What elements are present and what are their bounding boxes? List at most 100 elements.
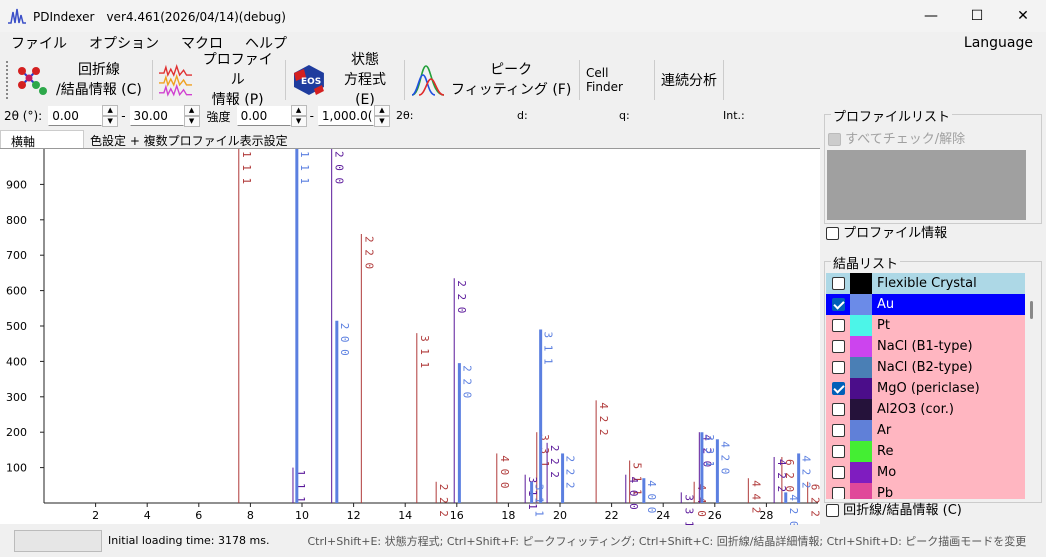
crystal-row[interactable]: Pb [826, 483, 1025, 499]
twotheta-min-spinner[interactable]: ▲ ▼ [102, 105, 119, 127]
crystal-checkbox-cell[interactable] [826, 462, 850, 483]
crystal-checkbox[interactable] [831, 361, 845, 374]
crystal-color-swatch[interactable] [850, 273, 872, 294]
menu-file[interactable]: ファイル [0, 33, 78, 53]
crystal-color-swatch[interactable] [850, 399, 872, 420]
crystal-checkbox[interactable] [831, 382, 845, 395]
crystal-color-swatch[interactable] [850, 315, 872, 336]
scrollbar-thumb[interactable] [1030, 301, 1033, 319]
intensity-max-input[interactable]: 1,000.0( [317, 106, 374, 126]
tab-horizontal-axis[interactable]: 横軸 [0, 130, 84, 150]
maximize-button[interactable]: ☐ [954, 0, 1000, 32]
crystal-checkbox-cell[interactable] [826, 273, 850, 294]
twotheta-max-spinner[interactable]: ▲ ▼ [183, 105, 200, 127]
peak-fitting-button[interactable]: ピーク フィッティング (F) [405, 58, 579, 102]
intensity-label: 強度 [206, 109, 231, 124]
crystal-color-swatch[interactable] [850, 462, 872, 483]
crystal-color-swatch[interactable] [850, 357, 872, 378]
crystal-row[interactable]: Pt [826, 315, 1025, 336]
profile-info-checkbox[interactable] [826, 227, 839, 240]
crystal-checkbox[interactable] [831, 403, 845, 416]
crystal-list-scrollbar[interactable] [1028, 273, 1036, 499]
crystal-name: NaCl (B1-type) [877, 339, 973, 354]
eos-button[interactable]: EOS 状態 方程式 (E) [286, 52, 404, 108]
crystal-row[interactable]: Mo [826, 462, 1025, 483]
crystal-color-swatch[interactable] [850, 441, 872, 462]
profile-info-button[interactable]: プロファイル 情報 (P) [153, 52, 285, 108]
spin-down-icon[interactable]: ▼ [290, 116, 307, 127]
tab-color-settings[interactable]: 色設定 + 複数プロファイル表示設定 [80, 130, 298, 150]
crystal-checkbox[interactable] [831, 445, 845, 458]
y-tick-label: 300 [6, 391, 27, 404]
diffraction-label-1: 回折線 [77, 62, 120, 78]
crystal-checkbox-cell[interactable] [826, 315, 850, 336]
check-all-checkbox[interactable] [828, 133, 841, 146]
minimize-button[interactable]: — [908, 0, 954, 32]
crystal-checkbox[interactable] [831, 424, 845, 437]
y-tick-label: 100 [6, 462, 27, 475]
menu-options[interactable]: オプション [78, 33, 170, 53]
peak-index-label: 4 0 0 [627, 477, 640, 510]
spin-up-icon[interactable]: ▲ [373, 105, 390, 116]
crystal-color-swatch[interactable] [850, 420, 872, 441]
sequential-analysis-button[interactable]: 連続分析 [655, 58, 723, 102]
peak-index-label: 2 2 2 [564, 455, 577, 488]
diffraction-chart[interactable]: 100 200 300 400 500 600 700 800 900 2 4 6 8 10 12 14 16 1… [0, 148, 820, 525]
crystal-checkbox-cell[interactable] [826, 399, 850, 420]
chart-svg[interactable]: 100 200 300 400 500 600 700 800 900 2 4 6 8 10 12 14 16 1… [0, 149, 820, 525]
crystal-checkbox[interactable] [831, 319, 845, 332]
crystal-row[interactable]: Al2O3 (cor.) [826, 399, 1025, 420]
crystal-color-swatch[interactable] [850, 378, 872, 399]
crystal-checkbox[interactable] [831, 277, 845, 290]
twotheta-min-input[interactable]: 0.00 [48, 106, 103, 126]
crystal-checkbox[interactable] [831, 487, 845, 499]
diffraction-info-toggle[interactable]: 回折線/結晶情報 (C) [826, 499, 962, 518]
crystal-checkbox-cell[interactable] [826, 483, 850, 499]
intensity-min-input[interactable]: 0.00 [236, 106, 291, 126]
crystal-row[interactable]: NaCl (B1-type) [826, 336, 1025, 357]
profile-info-toggle[interactable]: プロファイル情報 [826, 222, 947, 241]
cell-finder-button[interactable]: Cell Finder [580, 58, 654, 102]
spin-up-icon[interactable]: ▲ [102, 105, 119, 116]
diffraction-crystal-button[interactable]: 回折線 /結晶情報 (C) [10, 58, 152, 102]
crystal-row[interactable]: NaCl (B2-type) [826, 357, 1025, 378]
crystal-color-swatch[interactable] [850, 483, 872, 499]
crystal-row[interactable]: MgO (periclase) [826, 378, 1025, 399]
crystal-checkbox-cell[interactable] [826, 336, 850, 357]
crystal-row[interactable]: Re [826, 441, 1025, 462]
range-dash: - [309, 109, 314, 123]
spin-down-icon[interactable]: ▼ [102, 116, 119, 127]
crystal-checkbox[interactable] [831, 298, 845, 311]
crystal-color-swatch[interactable] [850, 294, 872, 315]
spin-up-icon[interactable]: ▲ [183, 105, 200, 116]
crystal-checkbox-cell[interactable] [826, 420, 850, 441]
crystal-checkbox[interactable] [831, 466, 845, 479]
check-all-toggle[interactable]: すべてチェック/解除 [828, 128, 965, 147]
menu-language[interactable]: Language [964, 35, 1033, 51]
peak-index-label: 1 1 1 [298, 151, 311, 184]
toolbar: 回折線 /結晶情報 (C) プロファイル 情報 (P) EOS 状態 方程式 (… [0, 52, 1046, 108]
spin-down-icon[interactable]: ▼ [183, 116, 200, 127]
peak-index-label: 3 3 1 [682, 494, 695, 525]
spin-up-icon[interactable]: ▲ [290, 105, 307, 116]
crystal-checkbox-cell[interactable] [826, 441, 850, 462]
intensity-max-spinner[interactable]: ▲ ▼ [373, 105, 390, 127]
crystal-checkbox-cell[interactable] [826, 357, 850, 378]
spin-down-icon[interactable]: ▼ [373, 116, 390, 127]
close-button[interactable]: ✕ [1000, 0, 1046, 32]
crystal-row[interactable]: Au [826, 294, 1025, 315]
crystal-row[interactable]: Ar [826, 420, 1025, 441]
twotheta-max-input[interactable]: 30.00 [129, 106, 184, 126]
profile-list-box[interactable] [827, 150, 1026, 220]
crystal-name: Mo [877, 465, 897, 480]
cursor-intensity-header: Int.: [723, 109, 745, 122]
intensity-min-spinner[interactable]: ▲ ▼ [290, 105, 307, 127]
crystal-checkbox-cell[interactable] [826, 378, 850, 399]
crystal-row[interactable]: Flexible Crystal [826, 273, 1025, 294]
diffraction-info-checkbox[interactable] [826, 504, 839, 517]
peak-index-label: 6 2 2 [809, 484, 820, 517]
crystal-checkbox-cell[interactable] [826, 294, 850, 315]
crystal-checkbox[interactable] [831, 340, 845, 353]
crystal-color-swatch[interactable] [850, 336, 872, 357]
crystal-list[interactable]: Flexible Crystal Au Pt NaCl (B1-type) NaCl (… [826, 273, 1025, 499]
